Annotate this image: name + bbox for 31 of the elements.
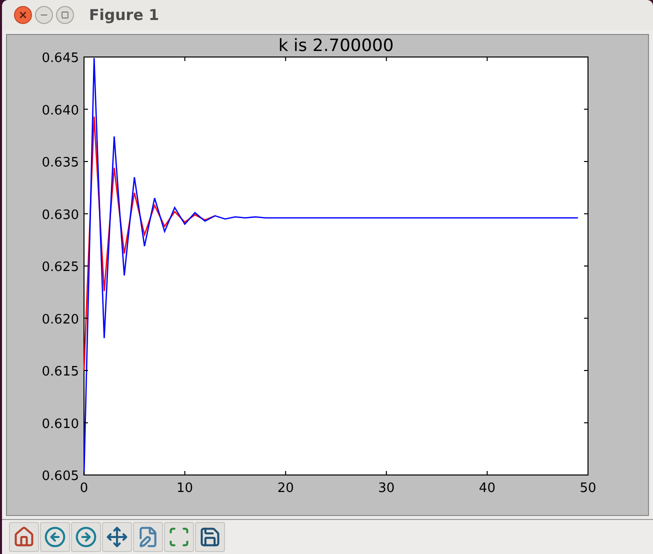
y-tick-label: 0.615 bbox=[42, 364, 79, 380]
close-button[interactable] bbox=[14, 6, 32, 24]
y-tick-label: 0.610 bbox=[42, 416, 79, 432]
maximize-button[interactable] bbox=[56, 6, 74, 24]
maximize-icon bbox=[61, 11, 69, 19]
x-tick-label: 40 bbox=[478, 481, 496, 496]
toolbar-button[interactable] bbox=[195, 522, 225, 552]
move-icon bbox=[106, 526, 128, 548]
x-tick-label: 10 bbox=[176, 481, 194, 496]
y-tick-label: 0.645 bbox=[42, 51, 79, 66]
y-tick-label: 0.605 bbox=[42, 469, 79, 484]
window-title: Figure 1 bbox=[89, 4, 160, 26]
toolbar-button[interactable] bbox=[71, 522, 101, 552]
home-icon bbox=[13, 526, 35, 548]
close-icon bbox=[18, 10, 28, 20]
x-tick-label: 20 bbox=[277, 481, 294, 496]
x-tick-label: 0 bbox=[80, 481, 88, 496]
y-tick-label: 0.620 bbox=[42, 312, 79, 328]
y-tick-label: 0.625 bbox=[42, 260, 79, 275]
chart-title: k is 2.700000 bbox=[278, 36, 394, 56]
toolbar-button[interactable] bbox=[9, 522, 39, 552]
x-tick-label: 30 bbox=[378, 481, 395, 496]
toolbar-button[interactable] bbox=[164, 522, 194, 552]
toolbar-button[interactable] bbox=[102, 522, 132, 552]
save-icon bbox=[199, 526, 221, 548]
y-tick-label: 0.635 bbox=[42, 156, 79, 170]
x-tick-label: 50 bbox=[580, 481, 596, 496]
y-tick-label: 0.630 bbox=[42, 208, 79, 223]
toolbar-button[interactable] bbox=[40, 522, 70, 552]
y-tick-label: 0.640 bbox=[42, 103, 79, 118]
toolbar-button[interactable] bbox=[133, 522, 163, 552]
